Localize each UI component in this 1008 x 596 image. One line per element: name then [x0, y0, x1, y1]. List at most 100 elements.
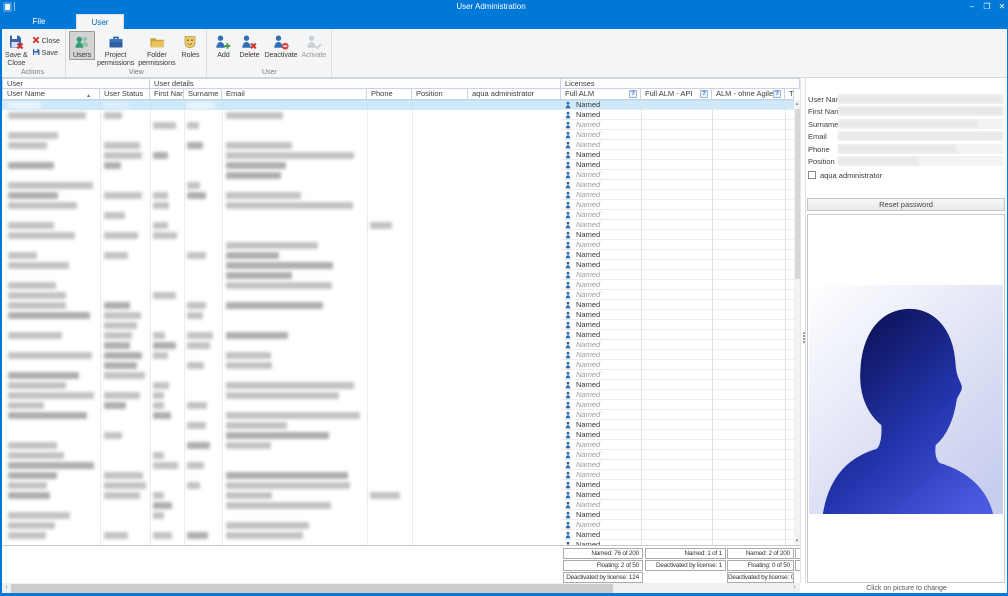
tab-file[interactable]: File — [14, 14, 64, 29]
field-value-redacted[interactable] — [838, 131, 1003, 141]
users-button[interactable]: Users — [68, 31, 95, 60]
license-row[interactable]: Named — [561, 190, 794, 200]
column-header-first-name[interactable]: First Name — [150, 89, 184, 100]
vertical-scroll-thumb[interactable] — [794, 109, 800, 279]
license-row[interactable]: Named — [561, 210, 794, 220]
license-row[interactable]: Named — [561, 110, 794, 120]
license-row[interactable]: Named — [561, 490, 794, 500]
column-header-full-alm[interactable]: Full ALM? — [561, 89, 641, 100]
roles-button[interactable]: Roles — [177, 31, 203, 59]
scroll-left-icon[interactable]: ‹ — [2, 583, 11, 593]
license-row[interactable]: Named — [561, 450, 794, 460]
table-horizontal-scrollbar[interactable]: ‹ › — [2, 583, 800, 593]
help-icon[interactable]: ? — [629, 90, 637, 98]
horizontal-scroll-thumb[interactable] — [11, 583, 613, 593]
license-row[interactable]: Named — [561, 400, 794, 410]
user-table-rows-redacted[interactable] — [2, 100, 561, 545]
reset-password-button[interactable]: Reset password — [807, 198, 1005, 211]
column-header-surname[interactable]: Surname — [184, 89, 222, 100]
redacted-cell — [104, 161, 122, 169]
license-row[interactable]: Named — [561, 510, 794, 520]
scroll-right-icon[interactable]: › — [790, 583, 799, 593]
license-row[interactable]: Named — [561, 530, 794, 540]
field-value-redacted[interactable] — [838, 156, 1003, 166]
column-header-alm-ohne-agile[interactable]: ALM - ohne Agile? — [712, 89, 785, 100]
license-row[interactable]: Named — [561, 320, 794, 330]
license-row[interactable]: Named — [561, 240, 794, 250]
license-row[interactable]: Named — [561, 290, 794, 300]
help-icon[interactable]: ? — [700, 90, 708, 98]
tab-user[interactable]: User — [76, 14, 124, 29]
license-row[interactable]: Named — [561, 150, 794, 160]
column-header-user-status[interactable]: User Status — [100, 89, 150, 100]
column-header-aqua-administrator[interactable]: aqua administrator — [468, 89, 561, 100]
license-row[interactable]: Named — [561, 250, 794, 260]
license-row[interactable]: Named — [561, 520, 794, 530]
folder-permissions-button[interactable]: Folder permissions — [136, 31, 177, 67]
license-row[interactable]: Named — [561, 300, 794, 310]
license-row[interactable]: Named — [561, 380, 794, 390]
license-row[interactable]: Named — [561, 160, 794, 170]
field-value-redacted[interactable] — [838, 144, 1003, 154]
license-type-label: Named — [576, 470, 601, 479]
user-picture[interactable] — [807, 214, 1005, 583]
license-row[interactable]: Named — [561, 180, 794, 190]
field-value-redacted[interactable] — [838, 106, 1003, 116]
license-row[interactable]: Named — [561, 480, 794, 490]
license-row[interactable]: Named — [561, 170, 794, 180]
license-row[interactable]: Named — [561, 470, 794, 480]
license-row[interactable]: Named — [561, 280, 794, 290]
named-user-icon — [565, 431, 571, 439]
column-header-position[interactable]: Position — [412, 89, 468, 100]
license-row[interactable]: Named — [561, 440, 794, 450]
license-row[interactable]: Named — [561, 230, 794, 240]
field-value-redacted[interactable] — [838, 94, 1003, 104]
group-header-licenses[interactable]: Licenses — [561, 78, 800, 89]
license-row[interactable]: Named — [561, 120, 794, 130]
license-row[interactable]: Named — [561, 500, 794, 510]
group-header-user-details[interactable]: User details — [150, 78, 561, 89]
delete-button[interactable]: Delete — [236, 31, 262, 59]
license-row[interactable]: Named — [561, 200, 794, 210]
license-row[interactable]: Named — [561, 270, 794, 280]
license-row[interactable]: Named — [561, 140, 794, 150]
license-row[interactable]: Named — [561, 360, 794, 370]
column-header-user-name[interactable]: User Name ▲ — [2, 89, 100, 100]
save---close-button[interactable]: Save & Close — [3, 31, 30, 67]
deactivate-button[interactable]: Deactivate — [262, 31, 299, 59]
title-bar: User Administration – ❐ ✕ — [0, 0, 1008, 14]
column-header-full-alm-api[interactable]: Full ALM - API? — [641, 89, 712, 100]
named-user-icon — [565, 531, 571, 539]
license-row[interactable]: Named — [561, 460, 794, 470]
license-row[interactable]: Named — [561, 410, 794, 420]
license-row[interactable]: Named — [561, 310, 794, 320]
license-row[interactable]: Named — [561, 420, 794, 430]
column-header-email[interactable]: Email — [222, 89, 367, 100]
column-header-phone[interactable]: Phone — [367, 89, 412, 100]
aqua-administrator-checkbox[interactable] — [808, 171, 816, 179]
license-type-label: Named — [576, 400, 601, 409]
user-silhouette-image[interactable] — [809, 285, 1003, 514]
license-row[interactable]: Named — [561, 330, 794, 340]
add-button[interactable]: Add — [210, 31, 236, 59]
license-row[interactable]: Named — [561, 220, 794, 230]
license-row[interactable]: Named — [561, 350, 794, 360]
minimize-button[interactable]: – — [966, 1, 978, 12]
license-row[interactable]: Named — [561, 130, 794, 140]
license-row[interactable]: Named — [561, 430, 794, 440]
activate-button[interactable]: Activate — [299, 31, 328, 59]
license-type-label: Named — [576, 500, 601, 509]
license-row[interactable]: Named — [561, 340, 794, 350]
group-header-user[interactable]: User — [2, 78, 150, 89]
license-row[interactable]: Named — [561, 260, 794, 270]
help-icon[interactable]: ? — [773, 90, 781, 98]
close-button[interactable]: Close — [30, 34, 62, 46]
column-header-tes[interactable]: Tes — [785, 89, 794, 100]
save-button[interactable]: Save — [30, 46, 62, 58]
field-value-redacted[interactable] — [838, 119, 1003, 129]
restore-button[interactable]: ❐ — [981, 1, 993, 12]
license-row[interactable]: Named — [561, 390, 794, 400]
license-row[interactable]: Named — [561, 100, 794, 110]
license-row[interactable]: Named — [561, 370, 794, 380]
project-permissions-button[interactable]: Project permissions — [95, 31, 136, 67]
